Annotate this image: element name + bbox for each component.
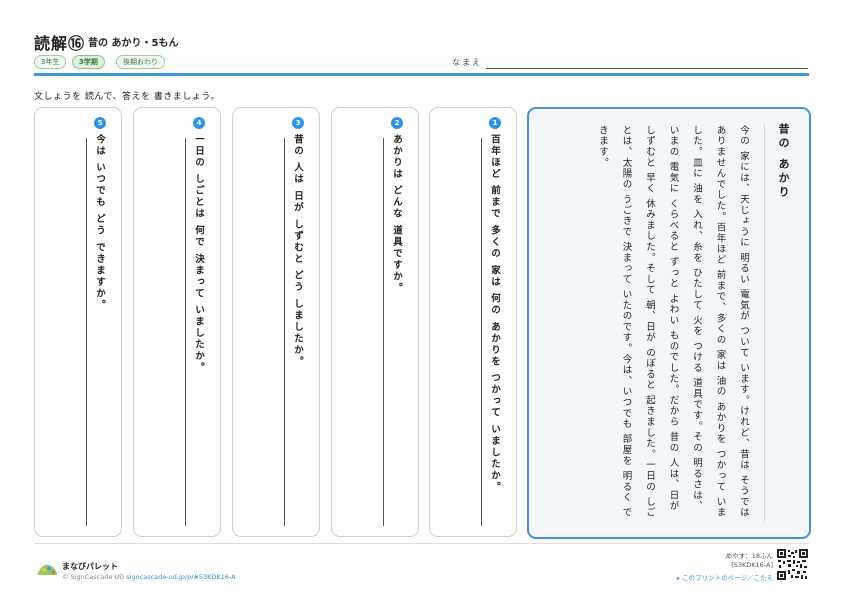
question-number: 2 bbox=[391, 117, 403, 129]
name-label: なまえ bbox=[452, 58, 482, 67]
question-text: 昔の 人は 日が しずむと どう しましたか。 bbox=[292, 134, 303, 368]
page-answer-link[interactable]: ▸ このプリントのページ／こたえ bbox=[677, 572, 773, 582]
question-2: 2 あかりは どんな 道具ですか。 bbox=[331, 107, 419, 537]
answer-line[interactable] bbox=[383, 138, 384, 526]
time-estimate: めやす：18ふん bbox=[725, 552, 773, 560]
copyright: © SignCascade UD signcascade-ud.jp/p/#S3… bbox=[62, 573, 236, 581]
question-text: あかりは どんな 道具ですか。 bbox=[391, 134, 402, 295]
question-number: 3 bbox=[292, 117, 304, 129]
story-divider bbox=[764, 125, 765, 521]
story-panel: 昔の あかり 今の 家には、天じょうに 明るい 電気が ついて います。けれど、… bbox=[527, 107, 811, 539]
answer-line[interactable] bbox=[86, 138, 87, 526]
grade-tag: 3年生 bbox=[34, 55, 67, 69]
name-field[interactable] bbox=[486, 68, 808, 69]
answer-line[interactable] bbox=[284, 138, 285, 526]
page-subtitle: 昔の あかり・5もん bbox=[88, 38, 179, 49]
answer-line[interactable] bbox=[185, 138, 186, 526]
question-5: 5 今は いつでも どう できますか。 bbox=[34, 107, 122, 537]
story-body: 今の 家には、天じょうに 明るい 電気が ついて います。けれど、昔は そうでは… bbox=[591, 125, 756, 521]
story-title: 昔の あかり bbox=[777, 123, 790, 200]
header-rule bbox=[34, 73, 809, 76]
footer-rule bbox=[34, 543, 809, 544]
question-text: 百年ほど 前まで 多くの 家は 何の あかりを つかって いましたか。 bbox=[489, 134, 500, 494]
worksheet-code: [S3KDK16-A] bbox=[731, 561, 773, 569]
question-number: 5 bbox=[94, 117, 106, 129]
question-text: 一日の しごとは 何で 決まって いましたか。 bbox=[193, 134, 204, 374]
question-4: 4 一日の しごとは 何で 決まって いましたか。 bbox=[133, 107, 221, 537]
question-text: 今は いつでも どう できますか。 bbox=[94, 134, 105, 311]
copyright-text: © SignCascade UD bbox=[62, 573, 125, 581]
palette-logo-icon bbox=[37, 564, 57, 575]
page-title: 読解⑯ bbox=[34, 34, 86, 53]
question-number: 4 bbox=[193, 117, 205, 129]
answer-line[interactable] bbox=[481, 138, 482, 526]
question-3: 3 昔の 人は 日が しずむと どう しましたか。 bbox=[232, 107, 320, 537]
brand-name: まなびパレット bbox=[62, 562, 118, 571]
period-tag: 後期おわり bbox=[116, 55, 165, 69]
footer-url-link[interactable]: signcascade-ud.jp/p/#S3KDK16-A bbox=[126, 573, 235, 581]
instruction: 文しょうを 読んで、答えを 書きましょう。 bbox=[34, 92, 220, 102]
question-number: 1 bbox=[489, 117, 501, 129]
story-paragraph: 今の 家には、天じょうに 明るい 電気が ついて います。けれど、昔は そうでは… bbox=[597, 125, 749, 519]
qr-code-icon[interactable] bbox=[777, 549, 808, 580]
term-tag: 3学期 bbox=[72, 55, 105, 69]
question-1: 1 百年ほど 前まで 多くの 家は 何の あかりを つかって いましたか。 bbox=[429, 107, 517, 537]
